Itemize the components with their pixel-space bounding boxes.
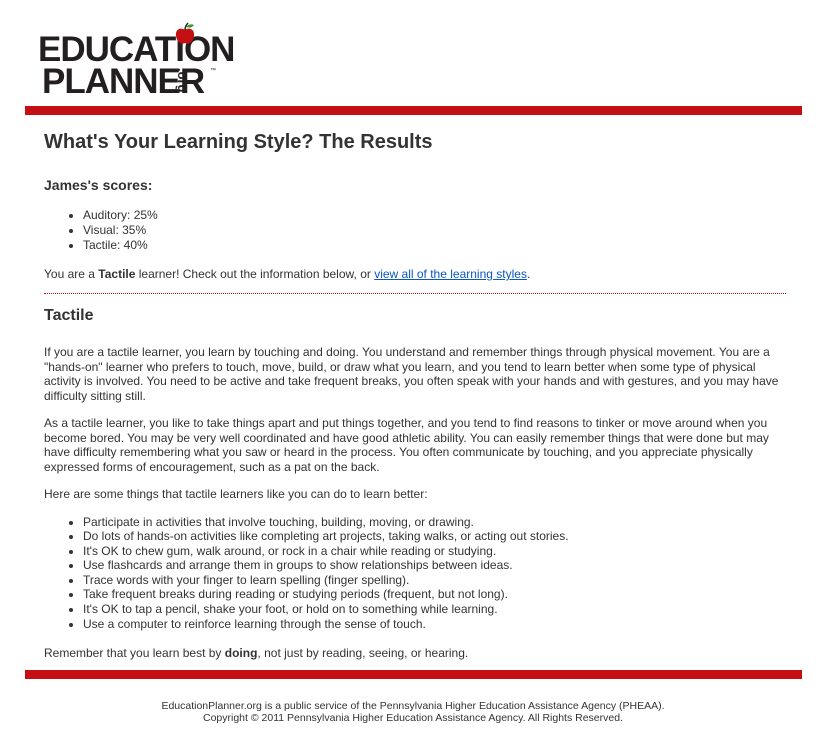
result-prefix: You are a xyxy=(44,267,99,281)
footer-divider-bar xyxy=(25,670,802,679)
scores-heading: James's scores: xyxy=(44,177,153,193)
education-planner-logo[interactable]: EDUCATION PLANNER .org ™ xyxy=(38,22,235,99)
footer-copyright: Copyright © 2011 Pennsylvania Higher Edu… xyxy=(203,712,623,724)
scores-list: Auditory: 25% Visual: 35% Tactile: 40% xyxy=(44,208,784,253)
tip-item: Do lots of hands-on activities like comp… xyxy=(83,529,784,544)
section-divider xyxy=(44,293,786,294)
description-paragraph-2: As a tactile learner, you like to take t… xyxy=(44,416,769,474)
tip-item: Use flashcards and arrange them in group… xyxy=(83,558,784,573)
closing-statement: Remember that you learn best by doing, n… xyxy=(44,646,784,661)
page-title: What's Your Learning Style? The Results xyxy=(44,131,433,153)
tip-item: Take frequent breaks during reading or s… xyxy=(83,587,784,602)
logo-org-suffix: .org xyxy=(175,68,190,93)
tip-item: Participate in activities that involve t… xyxy=(83,515,784,530)
tip-item: It's OK to chew gum, walk around, or roc… xyxy=(83,544,784,559)
section-heading: Tactile xyxy=(44,307,94,324)
footer-line-1: EducationPlanner.org is a public service… xyxy=(161,700,665,712)
apple-icon xyxy=(175,22,195,44)
view-all-learning-styles-link[interactable]: view all of the learning styles xyxy=(374,267,527,281)
tip-item: Use a computer to reinforce learning thr… xyxy=(83,617,784,632)
tip-item: It's OK to tap a pencil, shake your foot… xyxy=(83,602,784,617)
score-item-tactile: Tactile: 40% xyxy=(83,238,784,253)
tips-list: Participate in activities that involve t… xyxy=(44,515,784,632)
result-statement: You are a Tactile learner! Check out the… xyxy=(44,267,784,282)
result-suffix: . xyxy=(526,267,531,281)
closing-suffix: , not just by reading, seeing, or hearin… xyxy=(257,646,469,661)
logo-trademark: ™ xyxy=(210,68,216,74)
main-content: What's Your Learning Style? The Results … xyxy=(44,128,786,674)
score-item-visual: Visual: 35% xyxy=(83,223,784,238)
score-item-auditory: Auditory: 25% xyxy=(83,208,784,223)
tip-item: Trace words with your finger to learn sp… xyxy=(83,573,784,588)
closing-emphasis: doing xyxy=(224,646,258,661)
closing-prefix: Remember that you learn best by xyxy=(44,646,225,661)
result-style: Tactile xyxy=(98,267,136,281)
footer: EducationPlanner.org is a public service… xyxy=(0,700,826,724)
tips-intro: Here are some things that tactile learne… xyxy=(44,487,428,501)
result-middle: learner! Check out the information below… xyxy=(135,267,375,281)
header-divider-bar xyxy=(25,106,802,115)
description-paragraph-1: If you are a tactile learner, you learn … xyxy=(44,345,779,403)
